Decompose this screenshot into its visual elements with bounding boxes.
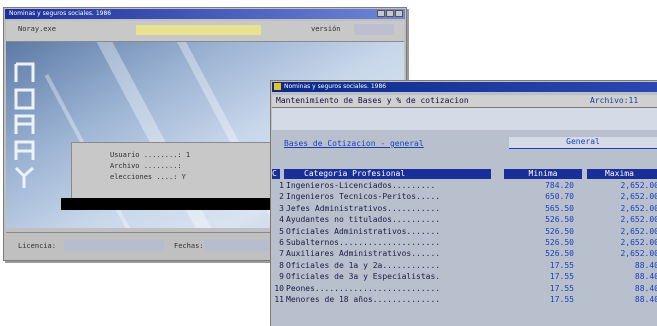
section-band (272, 108, 657, 130)
row-number: 6 (279, 238, 284, 247)
maximize-icon[interactable] (386, 10, 394, 17)
row-maxima[interactable]: 2,652.00 (587, 181, 657, 190)
row-number: 10 (274, 283, 284, 293)
app-icon (274, 83, 281, 90)
row-minima[interactable]: 17.55 (504, 295, 574, 304)
minimize-icon[interactable] (377, 10, 385, 17)
row-number: 8 (279, 260, 284, 270)
title-bar: Nominas y seguros sociales. 1986 (5, 9, 405, 19)
row-number: 7 (279, 249, 284, 259)
row-minima[interactable]: 526.50 (504, 249, 574, 258)
fechas-label: Fechas: (174, 242, 204, 250)
program-name: Noray.exe (18, 25, 56, 33)
bases-cotizacion-window: Nominas y seguros sociales. 1986 Manteni… (270, 80, 657, 326)
row-maxima[interactable]: 2,652.00 (587, 249, 657, 258)
row-categoria: Jefes Administrativos........... (286, 203, 441, 213)
row-minima[interactable]: 526.50 (504, 227, 574, 236)
window-title: Nominas y seguros sociales. 1986 (9, 10, 112, 17)
section-title: Bases de Cotizacion - general (284, 139, 424, 148)
fechas-field (204, 240, 274, 251)
row-categoria: Subalternos..................... (286, 238, 441, 247)
row-categoria: Auxiliares Administrativos...... (286, 249, 441, 259)
col-categoria-header: Categoria Profesional (284, 169, 491, 179)
row-number: 5 (279, 226, 284, 236)
close-icon[interactable] (395, 10, 403, 17)
section-value[interactable]: General (509, 137, 657, 149)
licencia-label: Licencia: (18, 242, 56, 250)
row-number: 4 (279, 215, 284, 225)
row-minima[interactable]: 650.70 (504, 192, 574, 201)
row-minima[interactable]: 784.20 (504, 181, 574, 190)
row-minima[interactable]: 526.50 (504, 238, 574, 247)
terminal-screen: Mantenimiento de Bases y % de cotizacion… (272, 93, 657, 326)
screen-header: Mantenimiento de Bases y % de cotizacion… (272, 95, 657, 108)
row-categoria: Peones.......................... (286, 283, 441, 293)
archivo-field[interactable]: Archivo ........: (110, 162, 182, 170)
row-categoria: Ingenieros-Licenciados......... (286, 181, 436, 190)
row-maxima[interactable]: 88.40 (587, 284, 657, 293)
row-maxima[interactable]: 2,652.00 (587, 238, 657, 247)
col-num-header: C (272, 169, 280, 179)
program-banner (136, 25, 261, 35)
row-categoria: Oficiales de 3a y Especialistas. (286, 272, 441, 282)
row-maxima[interactable]: 88.40 (587, 261, 657, 270)
row-categoria: Oficiales de 1a y 2a............ (286, 260, 441, 270)
row-maxima[interactable]: 88.40 (587, 295, 657, 304)
row-categoria: Oficiales Administrativos....... (286, 226, 441, 236)
row-minima[interactable]: 17.55 (504, 284, 574, 293)
row-number: 2 (279, 192, 284, 202)
row-categoria: Menores de 18 años.............. (286, 295, 441, 304)
row-maxima[interactable]: 2,652.00 (587, 215, 657, 224)
row-number: 9 (279, 272, 284, 282)
col-maxima-header: Maxima (587, 169, 657, 179)
login-dialog: Usuario ........: 1 Archivo ........: el… (71, 142, 303, 199)
window-title: Nominas y seguros sociales. 1986 (284, 83, 387, 90)
col-minima-header: Minima (504, 169, 582, 179)
version-field (354, 24, 394, 35)
version-label: versión (311, 25, 341, 33)
noray-logo (14, 62, 35, 188)
elecciones-field[interactable]: elecciones ....: Y (110, 173, 186, 181)
row-categoria: Ingenieros Tecnicos-Peritos..... (286, 192, 441, 202)
program-bar: Noray.exe versión (6, 21, 404, 42)
usuario-field[interactable]: Usuario ........: 1 (110, 151, 190, 159)
row-minima[interactable]: 17.55 (504, 272, 574, 281)
row-minima[interactable]: 565.50 (504, 204, 574, 213)
archivo-label: Archivo:11 (590, 96, 639, 105)
row-maxima[interactable]: 2,652.00 (587, 227, 657, 236)
row-categoria: Ayudantes no titulados.......... (286, 215, 441, 225)
licencia-field (64, 240, 164, 251)
row-number: 11 (274, 295, 284, 304)
row-number: 1 (279, 181, 284, 190)
row-maxima[interactable]: 2,652.00 (587, 192, 657, 201)
row-number: 3 (279, 203, 284, 213)
row-minima[interactable]: 17.55 (504, 261, 574, 270)
row-maxima[interactable]: 2,652.00 (587, 204, 657, 213)
row-minima[interactable]: 526.50 (504, 215, 574, 224)
row-maxima[interactable]: 88.40 (587, 272, 657, 281)
title-bar: Nominas y seguros sociales. 1986 (272, 82, 657, 92)
screen-title: Mantenimiento de Bases y % de cotizacion (276, 96, 469, 105)
